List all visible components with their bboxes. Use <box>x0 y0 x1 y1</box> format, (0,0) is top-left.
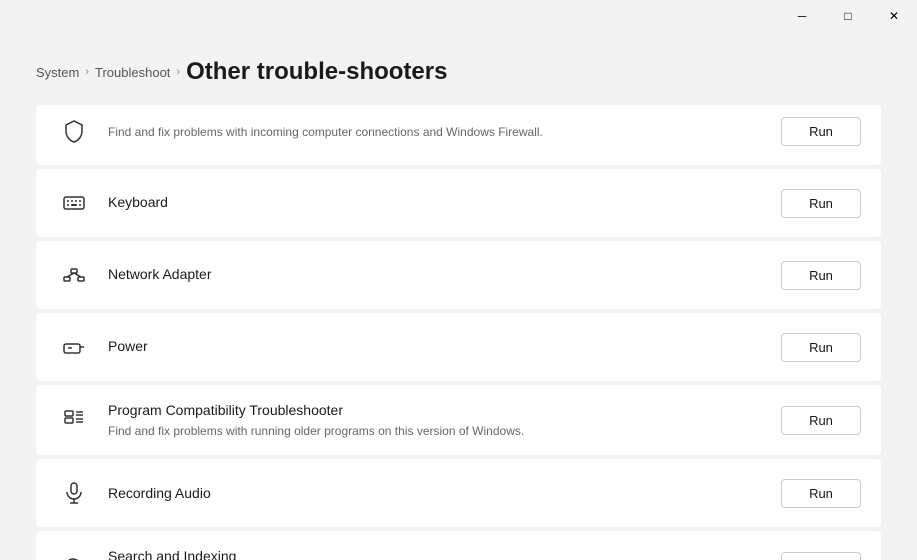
search-indexing-title: Search and Indexing <box>108 547 781 560</box>
page-title: Other trouble-shooters <box>186 58 447 86</box>
program-compat-title: Program Compatibility Troubleshooter <box>108 401 781 421</box>
recording-audio-title: Recording Audio <box>108 484 781 504</box>
keyboard-title: Keyboard <box>108 193 781 213</box>
search-indexing-text: Search and Indexing Find and fix problem… <box>108 547 781 560</box>
breadcrumb: System › Troubleshoot › Other trouble-sh… <box>36 58 447 86</box>
search-indexing-icon <box>56 549 92 560</box>
program-compat-desc: Find and fix problems with running older… <box>108 423 781 440</box>
minimize-button[interactable]: ─ <box>779 0 825 32</box>
program-compat-icon <box>56 402 92 438</box>
maximize-button[interactable]: □ <box>825 0 871 32</box>
network-adapter-text: Network Adapter <box>108 265 781 285</box>
list-item: Power Run <box>36 313 881 381</box>
list-item: Network Adapter Run <box>36 241 881 309</box>
list-item: Keyboard Run <box>36 169 881 237</box>
recording-audio-run-button[interactable]: Run <box>781 479 861 508</box>
list-item: Recording Audio Run <box>36 459 881 527</box>
keyboard-icon <box>56 185 92 221</box>
program-compat-text: Program Compatibility Troubleshooter Fin… <box>108 401 781 439</box>
recording-audio-icon <box>56 475 92 511</box>
chevron-icon-2: › <box>176 66 180 78</box>
firewall-icon <box>56 113 92 149</box>
breadcrumb-troubleshoot[interactable]: Troubleshoot <box>95 65 170 80</box>
recording-audio-text: Recording Audio <box>108 484 781 504</box>
power-text: Power <box>108 337 781 357</box>
list-item: Search and Indexing Find and fix problem… <box>36 531 881 560</box>
program-compat-run-button[interactable]: Run <box>781 406 861 435</box>
power-icon <box>56 329 92 365</box>
list-item: Program Compatibility Troubleshooter Fin… <box>36 385 881 455</box>
keyboard-run-button[interactable]: Run <box>781 189 861 218</box>
list-item: Find and fix problems with incoming comp… <box>36 105 881 165</box>
title-bar: ─ □ ✕ <box>779 0 917 32</box>
network-adapter-run-button[interactable]: Run <box>781 261 861 290</box>
power-title: Power <box>108 337 781 357</box>
search-indexing-run-button[interactable]: Run <box>781 552 861 560</box>
content-area: Find and fix problems with incoming comp… <box>0 105 917 560</box>
chevron-icon-1: › <box>85 66 89 78</box>
keyboard-text: Keyboard <box>108 193 781 213</box>
firewall-desc: Find and fix problems with incoming comp… <box>108 124 781 141</box>
network-adapter-title: Network Adapter <box>108 265 781 285</box>
network-adapter-icon <box>56 257 92 293</box>
close-button[interactable]: ✕ <box>871 0 917 32</box>
firewall-run-button[interactable]: Run <box>781 117 861 146</box>
power-run-button[interactable]: Run <box>781 333 861 362</box>
firewall-text: Find and fix problems with incoming comp… <box>108 122 781 141</box>
breadcrumb-system[interactable]: System <box>36 65 79 80</box>
